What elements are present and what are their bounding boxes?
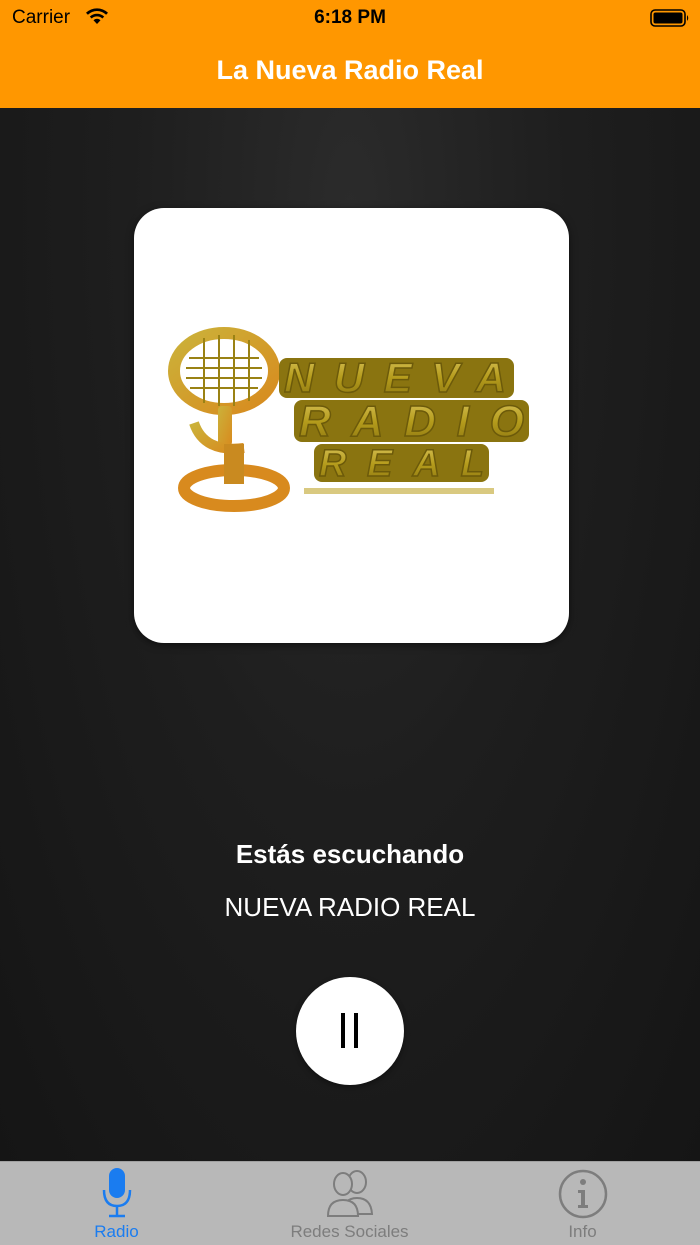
player-screen: NUEVA RADIO REAL Estás escuchando NUEVA … [0,108,700,1161]
people-icon [326,1170,373,1217]
station-logo-image: NUEVA RADIO REAL [168,327,529,512]
microphone-icon [102,1168,131,1218]
info-icon [558,1169,607,1219]
status-bar: Carrier 6:18 PM [0,0,700,36]
station-name: NUEVA RADIO REAL [224,892,476,922]
pause-icon [341,1013,358,1048]
station-logo: NUEVA RADIO REAL [134,208,569,643]
now-playing-label: Estás escuchando [235,839,465,869]
tab-bar: Radio Redes Sociales Info [0,1161,700,1245]
tab-info-label: Info [568,1222,597,1241]
logo-wordmark: NUEVA RADIO REAL [279,353,529,494]
tab-radio[interactable]: Radio [0,1162,233,1245]
header: Carrier 6:18 PM La Nueva Radio Real [0,0,700,108]
clock: 6:18 PM [314,7,386,28]
battery-icon [650,9,689,27]
microphone-graphic [168,327,290,512]
tab-info[interactable]: Info [466,1162,699,1245]
pause-button[interactable] [296,977,404,1085]
tab-redes-sociales[interactable]: Redes Sociales [233,1162,466,1245]
page-title: La Nueva Radio Real [216,55,484,85]
tab-redes-sociales-label: Redes Sociales [290,1222,409,1241]
tab-radio-label: Radio [94,1222,139,1241]
